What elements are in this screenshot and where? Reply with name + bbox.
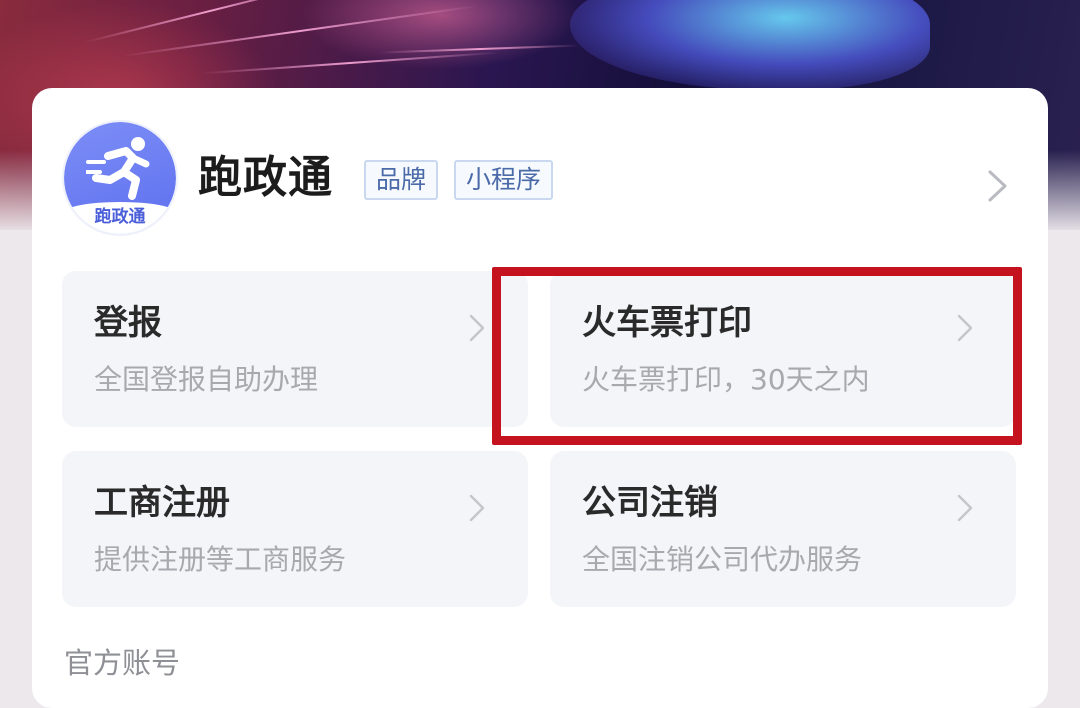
chevron-right-icon (988, 170, 1007, 202)
service-item-newspaper-notice[interactable]: 登报 全国登报自助办理 (62, 271, 528, 427)
chevron-right-icon (469, 494, 485, 522)
service-item-company-deregistration[interactable]: 公司注销 全国注销公司代办服务 (550, 451, 1016, 607)
service-description: 提供注册等工商服务 (94, 543, 347, 576)
chevron-right-icon (469, 314, 485, 342)
service-title: 登报 (94, 303, 162, 343)
mini-program-logo: 跑政通 (64, 122, 176, 234)
highlight-annotation-box (492, 267, 1022, 445)
service-description: 全国登报自助办理 (94, 363, 319, 396)
service-title: 公司注销 (582, 483, 718, 523)
mini-program-name: 跑政通 (198, 152, 333, 203)
chevron-right-icon (957, 494, 973, 522)
official-accounts-label: 官方账号 (64, 646, 181, 680)
mini-program-tag: 小程序 (454, 160, 554, 200)
service-description: 全国注销公司代办服务 (582, 543, 863, 576)
logo-text: 跑政通 (64, 202, 176, 234)
runner-logo-icon (86, 137, 150, 200)
service-title: 工商注册 (94, 483, 230, 523)
brand-tag: 品牌 (364, 160, 439, 200)
service-item-business-registration[interactable]: 工商注册 提供注册等工商服务 (62, 451, 528, 607)
mini-program-header[interactable]: 跑政通 跑政通 品牌 小程序 (32, 88, 1048, 268)
